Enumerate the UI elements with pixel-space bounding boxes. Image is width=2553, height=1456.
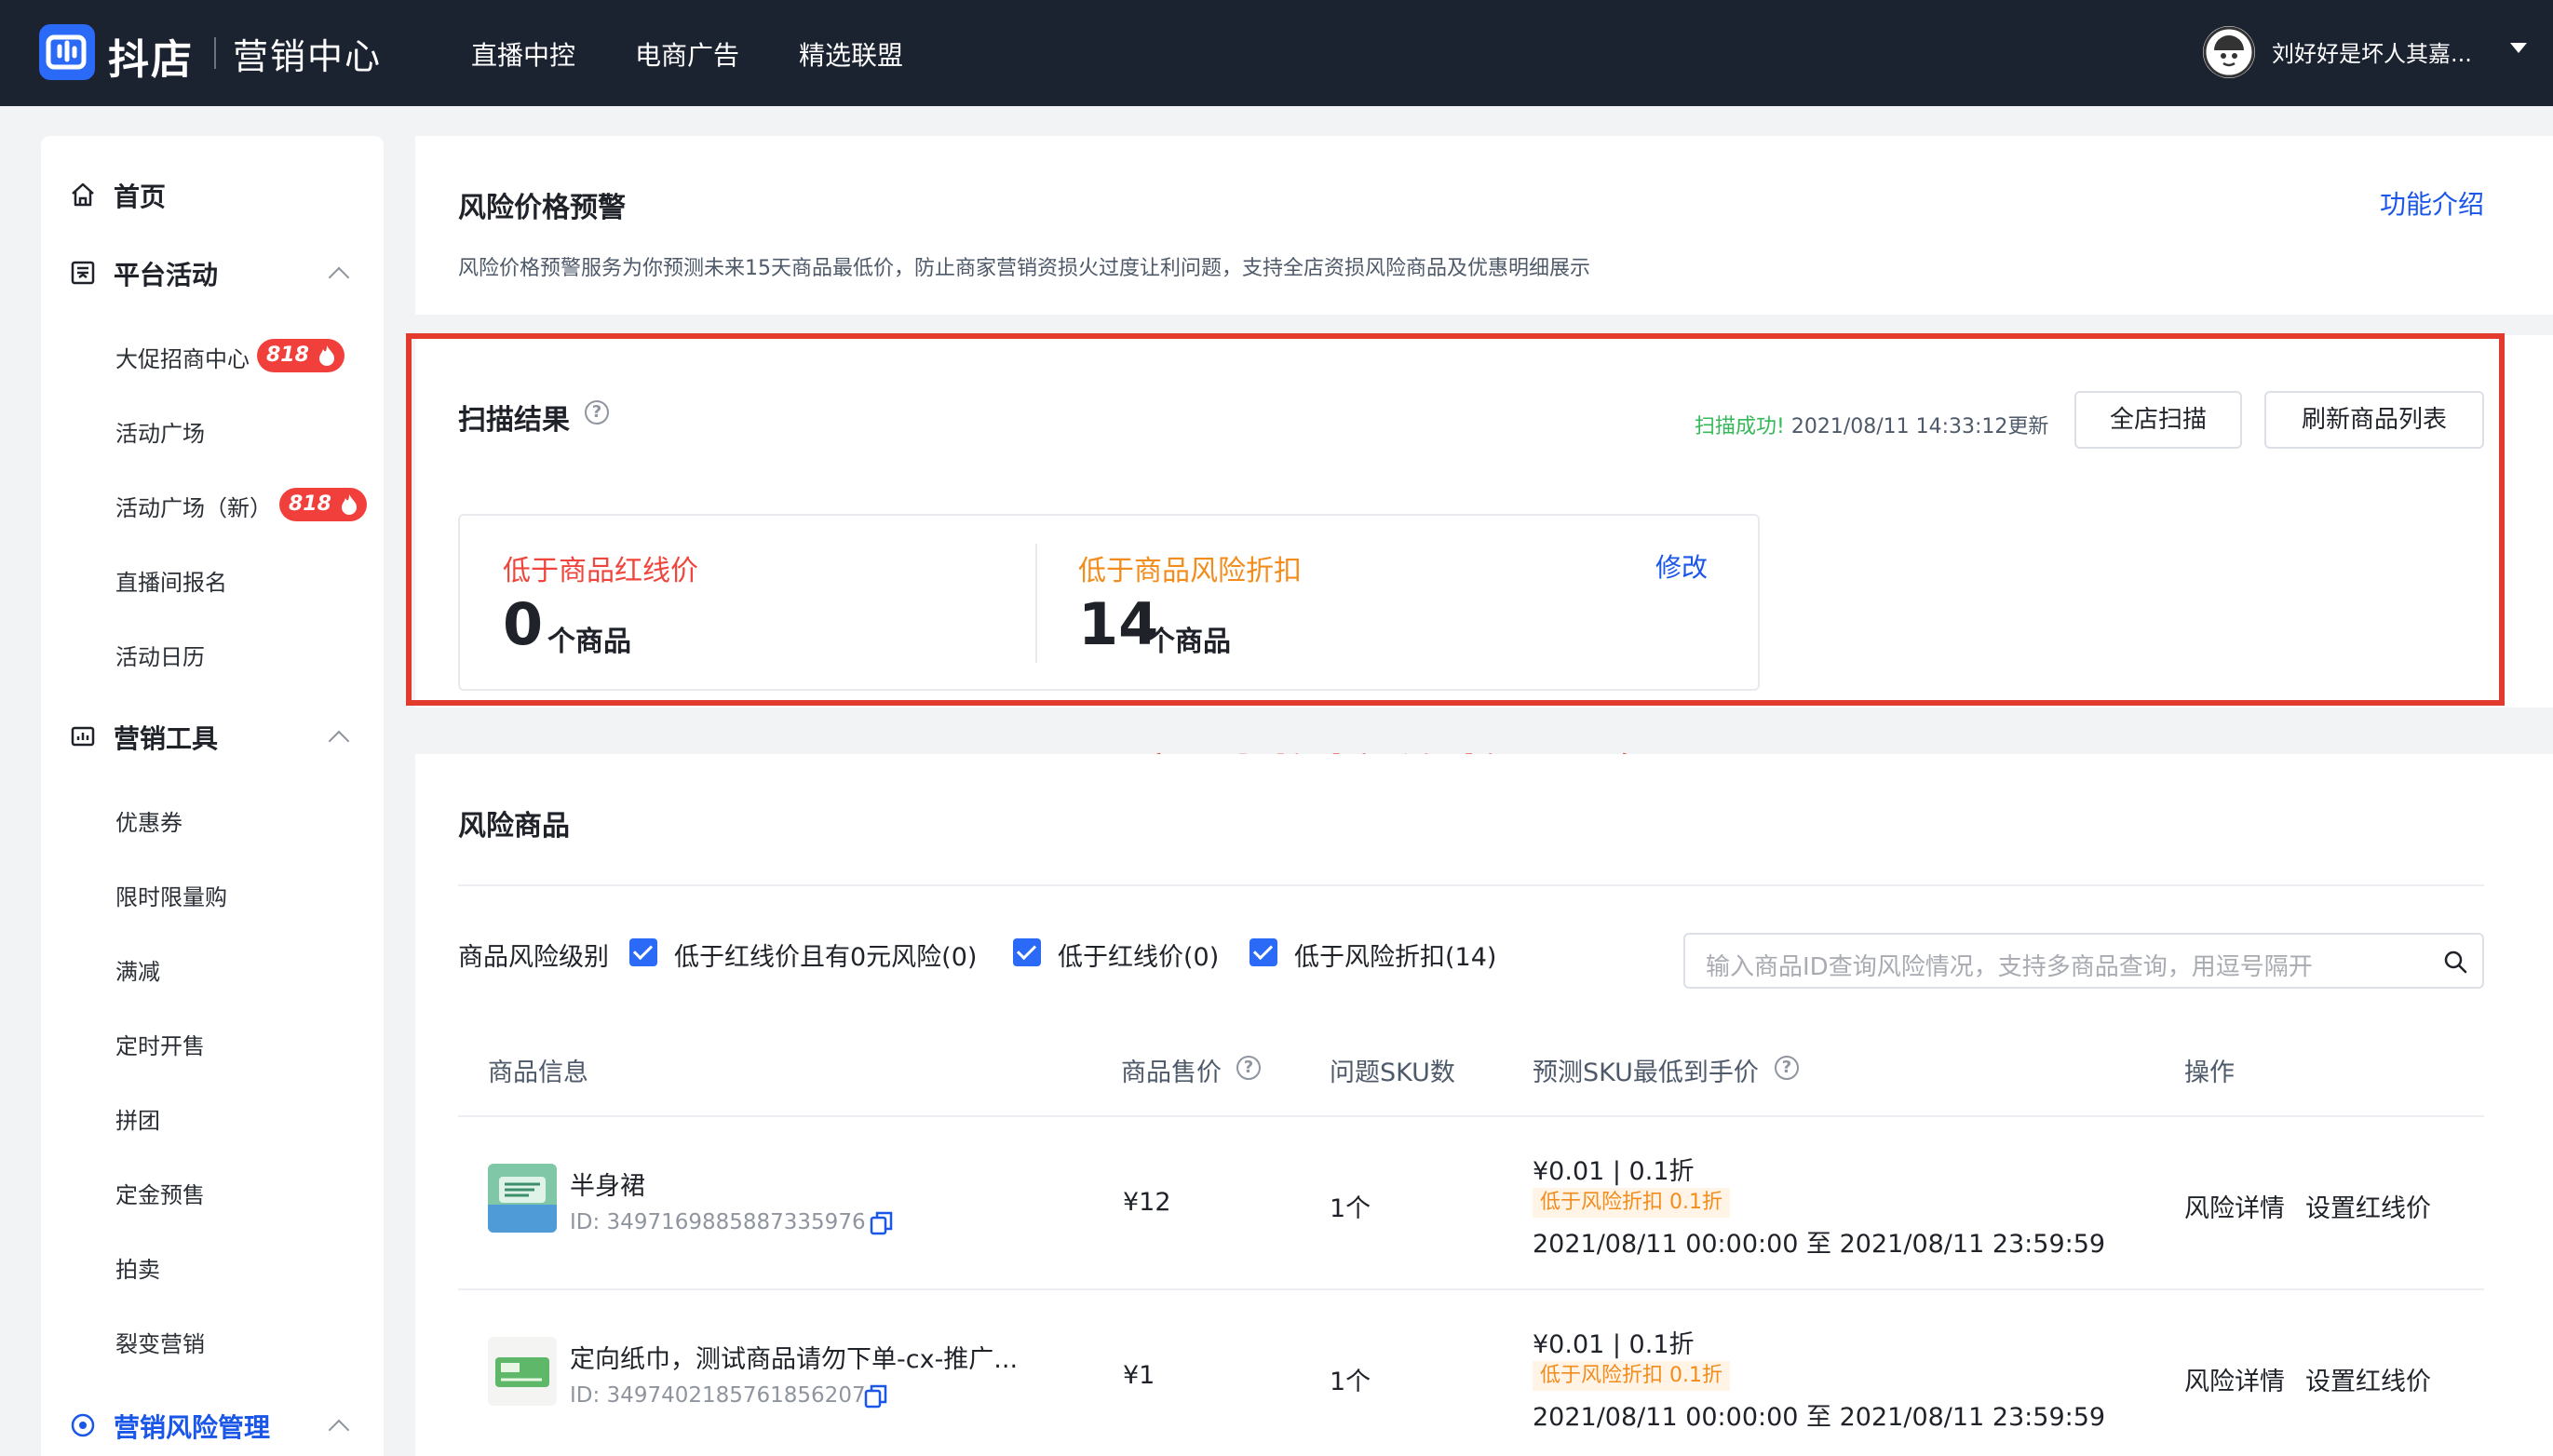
divider: [458, 1288, 2484, 1290]
risk-detail-link[interactable]: 风险详情: [2184, 1188, 2285, 1224]
sidebar-group-marketing-tools[interactable]: 营销工具: [114, 719, 218, 756]
nav-ecommerce-ads[interactable]: 电商广告: [635, 35, 739, 73]
badge-818: 818: [257, 339, 344, 372]
feature-intro-link[interactable]: 功能介绍: [2380, 184, 2484, 222]
badge-818: 818: [279, 488, 367, 521]
sidebar: [41, 136, 384, 1456]
search-icon[interactable]: [2441, 948, 2469, 976]
risk-discount-tag: 低于风险折扣 0.1折: [1533, 1361, 1730, 1391]
flame-icon: [341, 494, 357, 515]
product-price: ¥1: [1123, 1361, 1155, 1390]
sidebar-item-activity-calendar[interactable]: 活动日历: [115, 639, 205, 671]
sidebar-item-full-reduction[interactable]: 满减: [115, 953, 160, 986]
product-name[interactable]: 定向纸巾，测试商品请勿下单-cx-推广...: [570, 1339, 1018, 1375]
product-id: ID: 3497402185761856207: [570, 1383, 866, 1408]
copy-icon[interactable]: [870, 1210, 894, 1236]
sidebar-item-viral-marketing[interactable]: 裂变营销: [115, 1326, 205, 1358]
divider: [458, 884, 2484, 886]
nav-selected-alliance[interactable]: 精选联盟: [799, 35, 903, 73]
nav-live-control[interactable]: 直播中控: [471, 35, 575, 73]
sidebar-item-activity-square[interactable]: 活动广场: [115, 415, 205, 448]
shield-icon: [71, 1413, 95, 1437]
brand-subtitle: 营销中心: [233, 36, 383, 77]
problem-sku-count: 1个: [1330, 1368, 1371, 1396]
col-price: 商品售价: [1121, 1058, 1222, 1087]
chart-icon: [71, 726, 95, 747]
sidebar-item-promo-center[interactable]: 大促招商中心: [115, 341, 250, 373]
help-icon[interactable]: ?: [1236, 1056, 1261, 1080]
sidebar-item-activity-square-new[interactable]: 活动广场（新）: [115, 490, 272, 522]
sidebar-item-group-buy[interactable]: 拼团: [115, 1102, 160, 1135]
price-period: 2021/08/11 00:00:00 至 2021/08/11 23:59:5…: [1533, 1230, 2106, 1259]
filter-below-redline-label[interactable]: 低于红线价(0): [1058, 937, 1219, 973]
sidebar-group-platform-activity[interactable]: 平台活动: [114, 255, 218, 292]
flame-icon: [318, 345, 334, 366]
price-alert-header-card: [415, 136, 2553, 315]
user-name[interactable]: 刘好好是坏人其嘉...: [2272, 35, 2472, 68]
set-redline-price-link[interactable]: 设置红线价: [2305, 1188, 2431, 1224]
col-lowest-price: 预测SKU最低到手价: [1533, 1058, 1759, 1087]
risk-discount-tag: 低于风险折扣 0.1折: [1533, 1188, 1730, 1218]
sidebar-item-deposit-presale[interactable]: 定金预售: [115, 1177, 205, 1209]
product-name[interactable]: 半身裙: [570, 1166, 645, 1202]
product-thumbnail[interactable]: [488, 1164, 557, 1233]
col-sku-count: 问题SKU数: [1330, 1058, 1455, 1087]
risk-detail-link[interactable]: 风险详情: [2184, 1361, 2285, 1397]
product-id: ID: 3497169885887335976: [570, 1210, 866, 1234]
filter-below-discount-label[interactable]: 低于风险折扣(14): [1294, 937, 1496, 973]
page-title: 风险价格预警: [458, 192, 626, 224]
col-actions: 操作: [2184, 1058, 2235, 1087]
risk-level-label: 商品风险级别: [458, 943, 609, 972]
goods-id-search-input[interactable]: 输入商品ID查询风险情况，支持多商品查询，用逗号隔开: [1683, 933, 2484, 989]
filter-zero-risk-label[interactable]: 低于红线价且有0元风险(0): [674, 937, 977, 973]
help-icon[interactable]: ?: [1775, 1056, 1799, 1080]
product-price: ¥12: [1123, 1188, 1171, 1217]
page-description: 风险价格预警服务为你预测未来15天商品最低价，防止商家营销资损火过度让利问题，支…: [458, 257, 1590, 280]
sidebar-item-home[interactable]: 首页: [114, 177, 166, 214]
sidebar-item-live-signup[interactable]: 直播间报名: [115, 564, 227, 597]
lowest-price: ¥0.01 | 0.1折: [1533, 1330, 1695, 1359]
sidebar-item-auction[interactable]: 拍卖: [115, 1251, 160, 1284]
doudian-logo-icon[interactable]: [39, 24, 95, 80]
home-icon: [72, 182, 94, 207]
checkbox-zero-risk[interactable]: [629, 938, 657, 966]
search-placeholder: 输入商品ID查询风险情况，支持多商品查询，用逗号隔开: [1706, 953, 2313, 981]
divider: [458, 1115, 2484, 1117]
sidebar-group-risk-management[interactable]: 营销风险管理: [114, 1408, 270, 1445]
user-dropdown-caret-icon[interactable]: [2510, 43, 2527, 53]
checkbox-below-discount[interactable]: [1249, 938, 1277, 966]
set-redline-price-link[interactable]: 设置红线价: [2305, 1361, 2431, 1397]
lowest-price: ¥0.01 | 0.1折: [1533, 1157, 1695, 1186]
highlight-frame: [406, 333, 2505, 706]
brand-name[interactable]: 抖店: [108, 26, 194, 86]
sidebar-item-flash-sale[interactable]: 限时限量购: [115, 879, 227, 911]
product-thumbnail[interactable]: [488, 1337, 557, 1406]
checkbox-below-redline[interactable]: [1013, 938, 1041, 966]
user-avatar[interactable]: [2203, 26, 2255, 78]
risk-goods-title: 风险商品: [458, 810, 570, 843]
sidebar-item-scheduled-sale[interactable]: 定时开售: [115, 1028, 205, 1060]
brand-divider: [214, 37, 216, 69]
copy-icon[interactable]: [864, 1383, 888, 1409]
col-goods-info: 商品信息: [488, 1058, 588, 1087]
sidebar-item-coupon[interactable]: 优惠券: [115, 804, 182, 837]
top-bar: 抖店 营销中心 直播中控 电商广告 精选联盟 刘好好是坏人其嘉...: [0, 0, 2553, 106]
calendar-icon: [71, 261, 95, 285]
price-period: 2021/08/11 00:00:00 至 2021/08/11 23:59:5…: [1533, 1403, 2106, 1432]
problem-sku-count: 1个: [1330, 1194, 1371, 1223]
